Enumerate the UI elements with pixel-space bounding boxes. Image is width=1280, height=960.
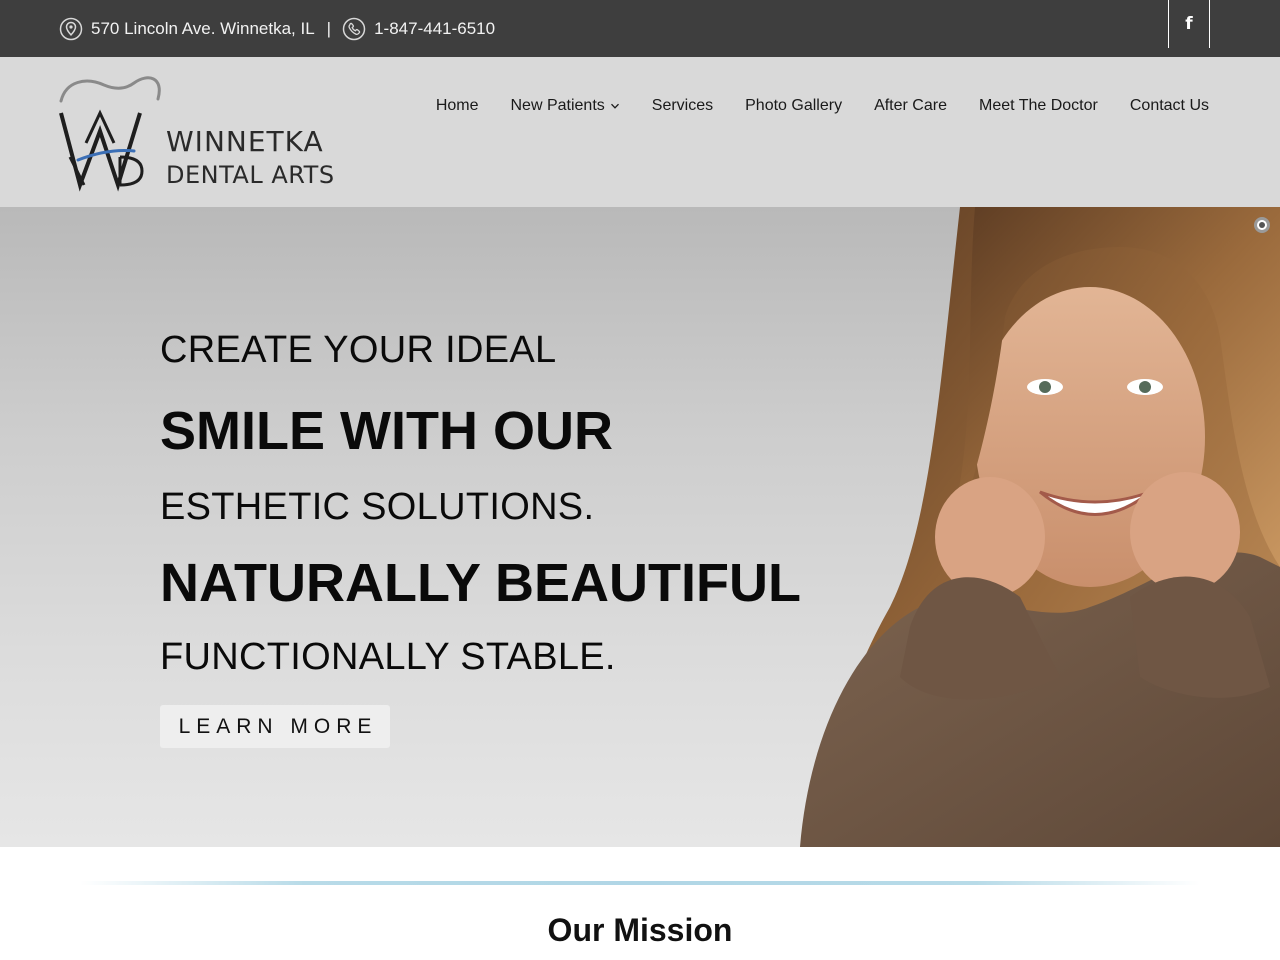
phone-number[interactable]: 1-847-441-6510 — [374, 19, 495, 39]
nav-contact-us-label: Contact Us — [1129, 97, 1209, 114]
nav-new-patients[interactable]: New Patients — [511, 95, 620, 117]
facebook-icon[interactable]: f — [1168, 0, 1210, 48]
location-pin-icon — [59, 17, 83, 41]
main-nav: Home New Patients Services Photo Gallery… — [436, 95, 1209, 117]
hero-line-2: SMILE WITH OUR — [160, 401, 613, 461]
nav-home[interactable]: Home — [436, 95, 479, 117]
nav-contact-us[interactable]: Contact Us — [1130, 95, 1209, 117]
hero-slider: CREATE YOUR IDEAL SMILE WITH OUR ESTHETI… — [0, 207, 1280, 847]
logo-line2: DENTAL ARTS — [166, 161, 335, 189]
nav-meet-the-doctor-label: Meet The Doctor — [978, 97, 1098, 114]
logo-line1: WINNETKA — [166, 125, 324, 158]
section-divider — [80, 881, 1200, 885]
nav-services[interactable]: Services — [652, 95, 713, 117]
learn-more-button[interactable]: LEARN MORE — [160, 705, 390, 748]
nav-new-patients-label: New Patients — [510, 97, 605, 114]
nav-meet-the-doctor[interactable]: Meet The Doctor — [979, 95, 1098, 117]
hero-line-5: FUNCTIONALLY STABLE. — [160, 636, 616, 678]
mission-title: Our Mission — [547, 912, 733, 948]
top-contact-bar: 570 Lincoln Ave. Winnetka, IL | 1-847-44… — [0, 0, 1280, 57]
chevron-down-icon — [610, 103, 619, 109]
hero-line-3: ESTHETIC SOLUTIONS. — [160, 486, 595, 528]
hero-line-4: NATURALLY BEAUTIFUL — [160, 553, 801, 613]
contact-separator: | — [326, 19, 332, 38]
nav-photo-gallery[interactable]: Photo Gallery — [745, 95, 842, 117]
hero-woman-photo — [800, 207, 1280, 847]
slider-indicator[interactable] — [1254, 217, 1270, 233]
site-logo[interactable]: WINNETKA DENTAL ARTS — [56, 73, 346, 195]
nav-after-care[interactable]: After Care — [874, 95, 947, 117]
hero-line-1: CREATE YOUR IDEAL — [160, 329, 557, 371]
site-header: WINNETKA DENTAL ARTS Home New Patients S… — [0, 57, 1280, 207]
phone-icon — [342, 17, 366, 41]
nav-photo-gallery-label: Photo Gallery — [745, 97, 843, 114]
nav-home-label: Home — [435, 97, 479, 114]
nav-after-care-label: After Care — [874, 97, 947, 114]
nav-services-label: Services — [651, 97, 714, 114]
contact-info: 570 Lincoln Ave. Winnetka, IL | 1-847-44… — [59, 17, 495, 41]
address-text[interactable]: 570 Lincoln Ave. Winnetka, IL — [91, 19, 315, 39]
